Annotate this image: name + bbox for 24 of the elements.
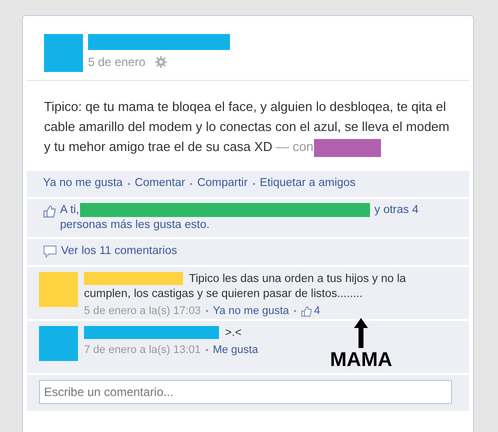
like-link[interactable]: Me gusta [212, 342, 258, 358]
thumbs-up-icon [301, 306, 312, 317]
action-link[interactable]: Compartir [197, 175, 248, 193]
thumbs-up-icon [43, 205, 56, 218]
action-link[interactable]: Etiquetar a amigos [260, 175, 356, 193]
like-link[interactable]: Ya no me gusta [212, 303, 290, 320]
gear-icon[interactable] [155, 56, 168, 68]
comment-field[interactable]: Escribe un comentario... [39, 380, 452, 404]
view-comments-link[interactable]: Ver los 11 comentarios [61, 243, 178, 261]
arrow-icon [354, 318, 368, 348]
like-count[interactable]: 4 [314, 303, 320, 320]
redaction-bar [314, 138, 381, 157]
avatar [39, 326, 78, 361]
comment-text: >.< [84, 326, 444, 341]
speech-bubble-icon [43, 245, 57, 259]
post-text: Tipico: qe tu mama te bloqea el face, y alguien lo desbloqea, te qita el cable amarillo del modem y lo conectas con el azul, se lleva el modem y tu mehor amigo trae el de su casa XD — con [27, 81, 471, 157]
avatar [44, 34, 83, 72]
annotation-text: MAMA [330, 348, 392, 372]
avatar [39, 272, 78, 307]
with-label: — con [276, 139, 314, 154]
action-link[interactable]: Comentar [134, 175, 186, 193]
comment-text: Tipico les das una orden a tus hijos y no la cumplen, los castigas y se quieren pasar de listos........ [84, 272, 407, 302]
likes-text: A ti, y otras 4 personas más les gusta esto. [60, 203, 420, 234]
action-link[interactable]: Ya no me gusta [43, 175, 123, 193]
